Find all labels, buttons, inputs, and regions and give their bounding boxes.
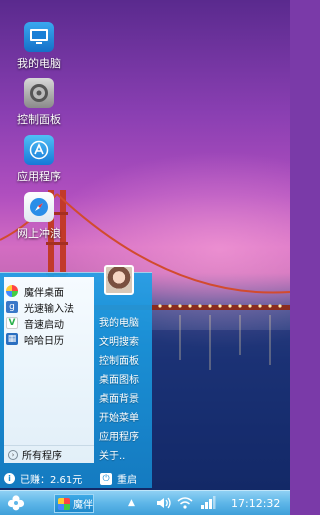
volume-icon[interactable]: [156, 496, 172, 510]
avatar[interactable]: [104, 265, 134, 295]
desktop-icon-web-browser[interactable]: 网上冲浪: [8, 192, 70, 241]
flower-icon: [6, 285, 18, 297]
wifi-icon[interactable]: [177, 496, 193, 510]
start-menu: 魔伴桌面 g 光速输入法 V 音速启动 ▦ 哈哈日历 › 所有程序 我的电脑 文…: [0, 265, 152, 488]
tray-expand-icon[interactable]: ▲: [128, 498, 135, 508]
taskbar-app-moban[interactable]: 魔伴: [54, 494, 94, 513]
program-label: 音速启动: [24, 319, 64, 331]
earnings-status: i 已赚：2.61元: [4, 471, 82, 486]
restart-button[interactable]: ⏻ 重启: [100, 471, 137, 486]
v-icon: V: [6, 317, 18, 329]
keyboard-g-icon: g: [6, 301, 18, 313]
taskbar: 魔伴 ▲ 17:12:32: [0, 490, 290, 515]
desktop-icon-label: 网上冲浪: [17, 227, 61, 240]
all-programs-button[interactable]: › 所有程序: [4, 445, 94, 463]
compass-icon: [24, 192, 54, 222]
app-store-icon: [24, 135, 54, 165]
desktop-icon-applications[interactable]: 应用程序: [8, 135, 70, 184]
start-button[interactable]: [7, 495, 25, 511]
desktop-icon-label: 控制面板: [17, 113, 61, 126]
calendar-icon: ▦: [6, 333, 18, 345]
menu-item-applications[interactable]: 应用程序: [99, 428, 139, 443]
menu-item-control-panel[interactable]: 控制面板: [99, 352, 139, 367]
computer-icon: [24, 22, 54, 52]
all-programs-label: 所有程序: [22, 451, 62, 462]
desktop-icon-control-panel[interactable]: 控制面板: [8, 78, 70, 127]
desktop-icon-label: 应用程序: [17, 170, 61, 183]
earnings-label: 已赚：2.61元: [20, 475, 83, 486]
info-icon: i: [4, 473, 15, 484]
menu-item-search[interactable]: 文明搜索: [99, 333, 139, 348]
menu-item-desktop-background[interactable]: 桌面背景: [99, 390, 139, 405]
program-item-launcher[interactable]: V 音速启动: [6, 315, 64, 331]
clock: 17:12:32: [231, 497, 281, 510]
power-icon: ⏻: [100, 472, 112, 485]
program-item-mobandesktop[interactable]: 魔伴桌面: [6, 283, 64, 299]
program-label: 哈哈日历: [24, 335, 64, 347]
restart-label: 重启: [117, 475, 137, 486]
menu-item-my-computer[interactable]: 我的电脑: [99, 314, 139, 329]
arrow-right-icon: ›: [8, 449, 18, 460]
menu-item-start-menu[interactable]: 开始菜单: [99, 409, 139, 424]
settings-icon: [24, 78, 54, 108]
program-label: 魔伴桌面: [24, 287, 64, 299]
flower-icon: [58, 497, 70, 510]
program-label: 光速输入法: [24, 303, 74, 315]
taskbar-app-label: 魔伴: [73, 500, 93, 511]
program-item-calendar[interactable]: ▦ 哈哈日历: [6, 331, 64, 347]
desktop-icon-my-computer[interactable]: 我的电脑: [8, 22, 70, 71]
program-item-input-method[interactable]: g 光速输入法: [6, 299, 74, 315]
menu-item-about[interactable]: 关于..: [99, 447, 125, 462]
menu-item-desktop-icons[interactable]: 桌面图标: [99, 371, 139, 386]
desktop-icon-label: 我的电脑: [17, 57, 61, 70]
network-icon[interactable]: [200, 496, 216, 510]
